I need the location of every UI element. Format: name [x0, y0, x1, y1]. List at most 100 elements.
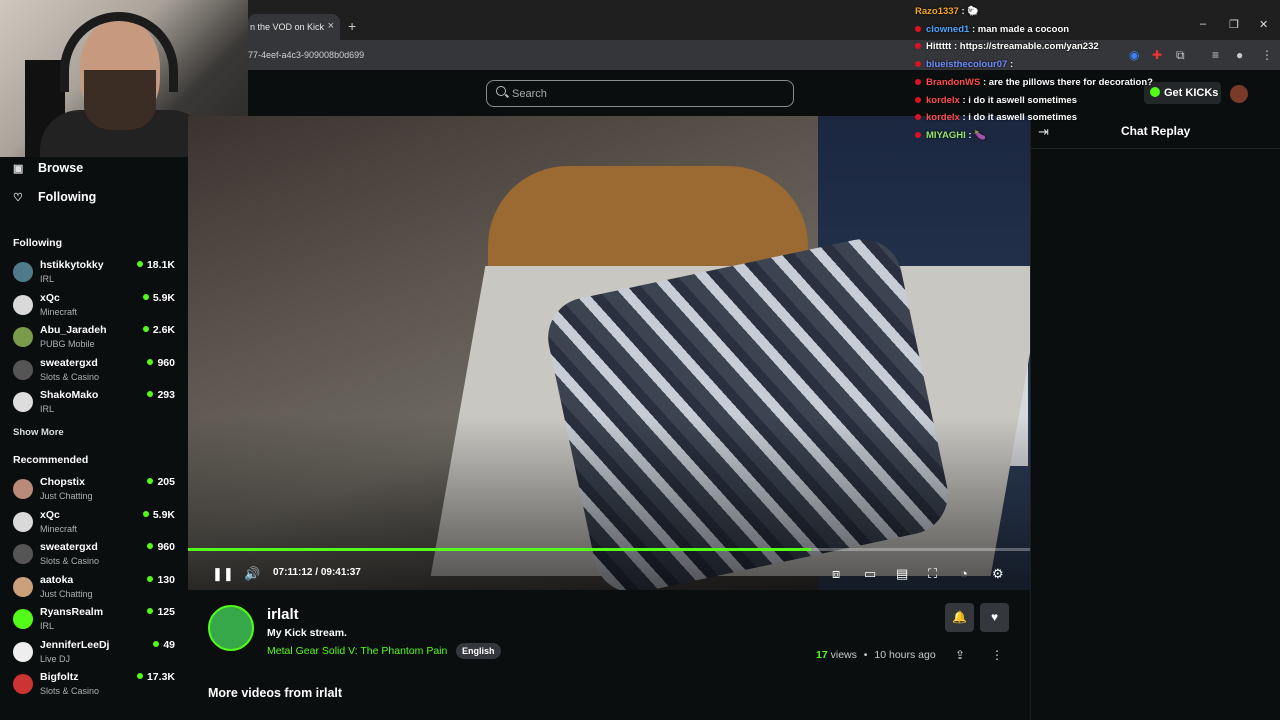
playback-speed-icon[interactable]: ◔	[960, 566, 968, 581]
chat-message: Hittttt : https://streamable.com/yan232	[915, 41, 1099, 52]
follow-button[interactable]: ♥	[980, 603, 1009, 632]
new-tab-icon[interactable]: +	[348, 18, 356, 34]
chat-replay-title: Chat Replay	[1121, 124, 1191, 138]
channel-row[interactable]: sweatergxd Slots & Casino 960	[13, 541, 175, 571]
time-separator: /	[315, 567, 319, 578]
theater-icon[interactable]: ▭	[864, 566, 876, 582]
channel-name: ShakoMako	[40, 389, 99, 401]
settings-icon[interactable]: ⚙	[992, 566, 1004, 582]
channel-avatar	[13, 544, 33, 564]
channel-name: Abu_Jaradeh	[40, 324, 107, 336]
video-age: 10 hours ago	[874, 649, 936, 661]
channel-row[interactable]: Chopstix Just Chatting 205	[13, 476, 175, 506]
profile-icon[interactable]: ●	[1236, 48, 1243, 62]
current-time: 07:11:12	[273, 567, 313, 578]
channel-row[interactable]: Abu_Jaradeh PUBG Mobile 2.6K	[13, 324, 175, 354]
channel-category: Slots & Casino	[40, 556, 100, 566]
badge-icon	[915, 96, 921, 103]
chat-username[interactable]: blueisthecolour07	[926, 59, 1007, 70]
channel-avatar	[13, 327, 33, 347]
address-bar[interactable]	[240, 40, 1280, 70]
language-badge[interactable]: English	[456, 643, 501, 659]
viewer-count: 2.6K	[143, 324, 175, 336]
channel-name: aatoka	[40, 573, 74, 586]
tab-close-icon[interactable]: ×	[328, 20, 334, 32]
channel-category: IRL	[40, 621, 55, 631]
chat-username[interactable]: clowned1	[926, 24, 969, 35]
channel-row[interactable]: JenniferLeeDj Live DJ 49	[13, 639, 175, 669]
following-heading: Following	[13, 237, 62, 249]
time-display: 07:11:12 / 09:41:37	[273, 567, 361, 578]
chat-username[interactable]: Razo1337	[915, 6, 959, 17]
chat-username[interactable]: Hittttt	[926, 41, 951, 52]
browser-tab[interactable]: n the VOD on Kick ×	[248, 14, 340, 40]
clip-icon[interactable]: ⧈	[832, 566, 840, 582]
channel-row[interactable]: aatoka Just Chatting 130	[13, 574, 175, 604]
channel-row[interactable]: hstikkytokky IRL 18.1K	[13, 259, 175, 289]
chat-username[interactable]: kordelx	[926, 112, 960, 123]
progress-bar[interactable]	[188, 548, 1030, 551]
chat-username[interactable]: kordelx	[926, 95, 960, 106]
channel-category: PUBG Mobile	[40, 339, 95, 349]
close-window-icon[interactable]: ✕	[1259, 18, 1268, 31]
heart-icon: ♡	[13, 192, 23, 204]
extension-icon[interactable]: ◉	[1129, 48, 1139, 62]
show-more-button[interactable]: Show More	[13, 427, 64, 438]
channel-row[interactable]: xQc Minecraft 5.9K	[13, 509, 175, 539]
notification-bell-button[interactable]: 🔔	[945, 603, 974, 632]
channel-name: RyansRealm	[40, 606, 104, 618]
channel-row[interactable]: Bigfoltz Slots & Casino 17.3K	[13, 671, 175, 701]
channel-category: Slots & Casino	[40, 686, 100, 696]
get-kicks-button[interactable]: Get KICKs	[1144, 82, 1221, 104]
channel-row[interactable]: sweatergxd Slots & Casino 960	[13, 357, 175, 387]
puzzle-icon[interactable]: ⧉	[1176, 48, 1185, 63]
fullscreen-icon[interactable]: ⛶	[928, 566, 937, 582]
nav-browse[interactable]: ▣ Browse	[13, 161, 83, 175]
channel-row[interactable]: RyansRealm IRL 125	[13, 606, 175, 636]
channel-avatar	[13, 674, 33, 694]
channel-avatar	[13, 359, 33, 380]
nav-following[interactable]: ♡ Following	[13, 190, 96, 204]
channel-row[interactable]: ShakoMako IRL 293	[13, 389, 175, 419]
channel-description: My Kick stream.	[267, 627, 347, 639]
video-meta: 17 views • 10 hours ago	[816, 649, 936, 661]
game-link[interactable]: Metal Gear Solid V: The Phantom Pain	[267, 645, 447, 657]
chat-text: :	[1009, 59, 1014, 71]
channel-avatar[interactable]	[208, 605, 254, 651]
chat-panel	[1030, 116, 1280, 720]
extension-icon[interactable]: ✚	[1152, 48, 1162, 62]
url-text[interactable]: 77-4eef-a4c3-909008b0d699	[248, 50, 364, 60]
chat-text: : i do it aswell sometimes	[962, 112, 1077, 124]
chat-text: : https://streamable.com/yan232	[953, 41, 1099, 53]
more-options-icon[interactable]: ⋮	[991, 648, 1003, 662]
channel-name: JenniferLeeDj	[40, 638, 110, 651]
minimize-icon[interactable]: –	[1200, 18, 1206, 30]
more-videos-heading: More videos from irlalt	[208, 686, 343, 700]
channel-name[interactable]: irlalt	[267, 606, 299, 623]
channel-category: Just Chatting	[40, 491, 93, 501]
channel-category: Minecraft	[40, 523, 78, 534]
channel-row[interactable]: xQc Minecraft 5.9K	[13, 292, 175, 322]
share-icon[interactable]: ⇪	[955, 648, 965, 662]
channel-avatar	[13, 262, 33, 282]
channel-avatar	[13, 576, 33, 597]
chat-text: : i do it aswell sometimes	[962, 94, 1077, 106]
meta-bullet: •	[863, 649, 868, 661]
chat-message: MIYAGHI : 🍆	[915, 130, 986, 141]
collapse-chat-icon[interactable]: ⇥	[1038, 124, 1049, 140]
chat-message: clowned1 : man made a cocoon	[915, 24, 1069, 35]
media-icon[interactable]: ≡	[1212, 48, 1219, 62]
chat-username[interactable]: BrandonWS	[926, 77, 980, 88]
chat-username[interactable]: MIYAGHI	[926, 130, 966, 141]
menu-icon[interactable]: ⋮	[1261, 48, 1273, 62]
tab-title: n the VOD on Kick	[250, 22, 325, 32]
search-input[interactable]: Search	[486, 80, 794, 107]
user-avatar[interactable]	[1230, 85, 1248, 103]
maximize-icon[interactable]: ❐	[1229, 18, 1239, 31]
badge-icon	[915, 25, 921, 32]
video-player[interactable]	[188, 116, 1030, 590]
pip-icon[interactable]: ▤	[896, 566, 908, 582]
pause-icon[interactable]: ❚❚	[212, 566, 234, 582]
volume-icon[interactable]: 🔊	[244, 566, 260, 582]
channel-name: hstikkytokky	[40, 259, 104, 271]
